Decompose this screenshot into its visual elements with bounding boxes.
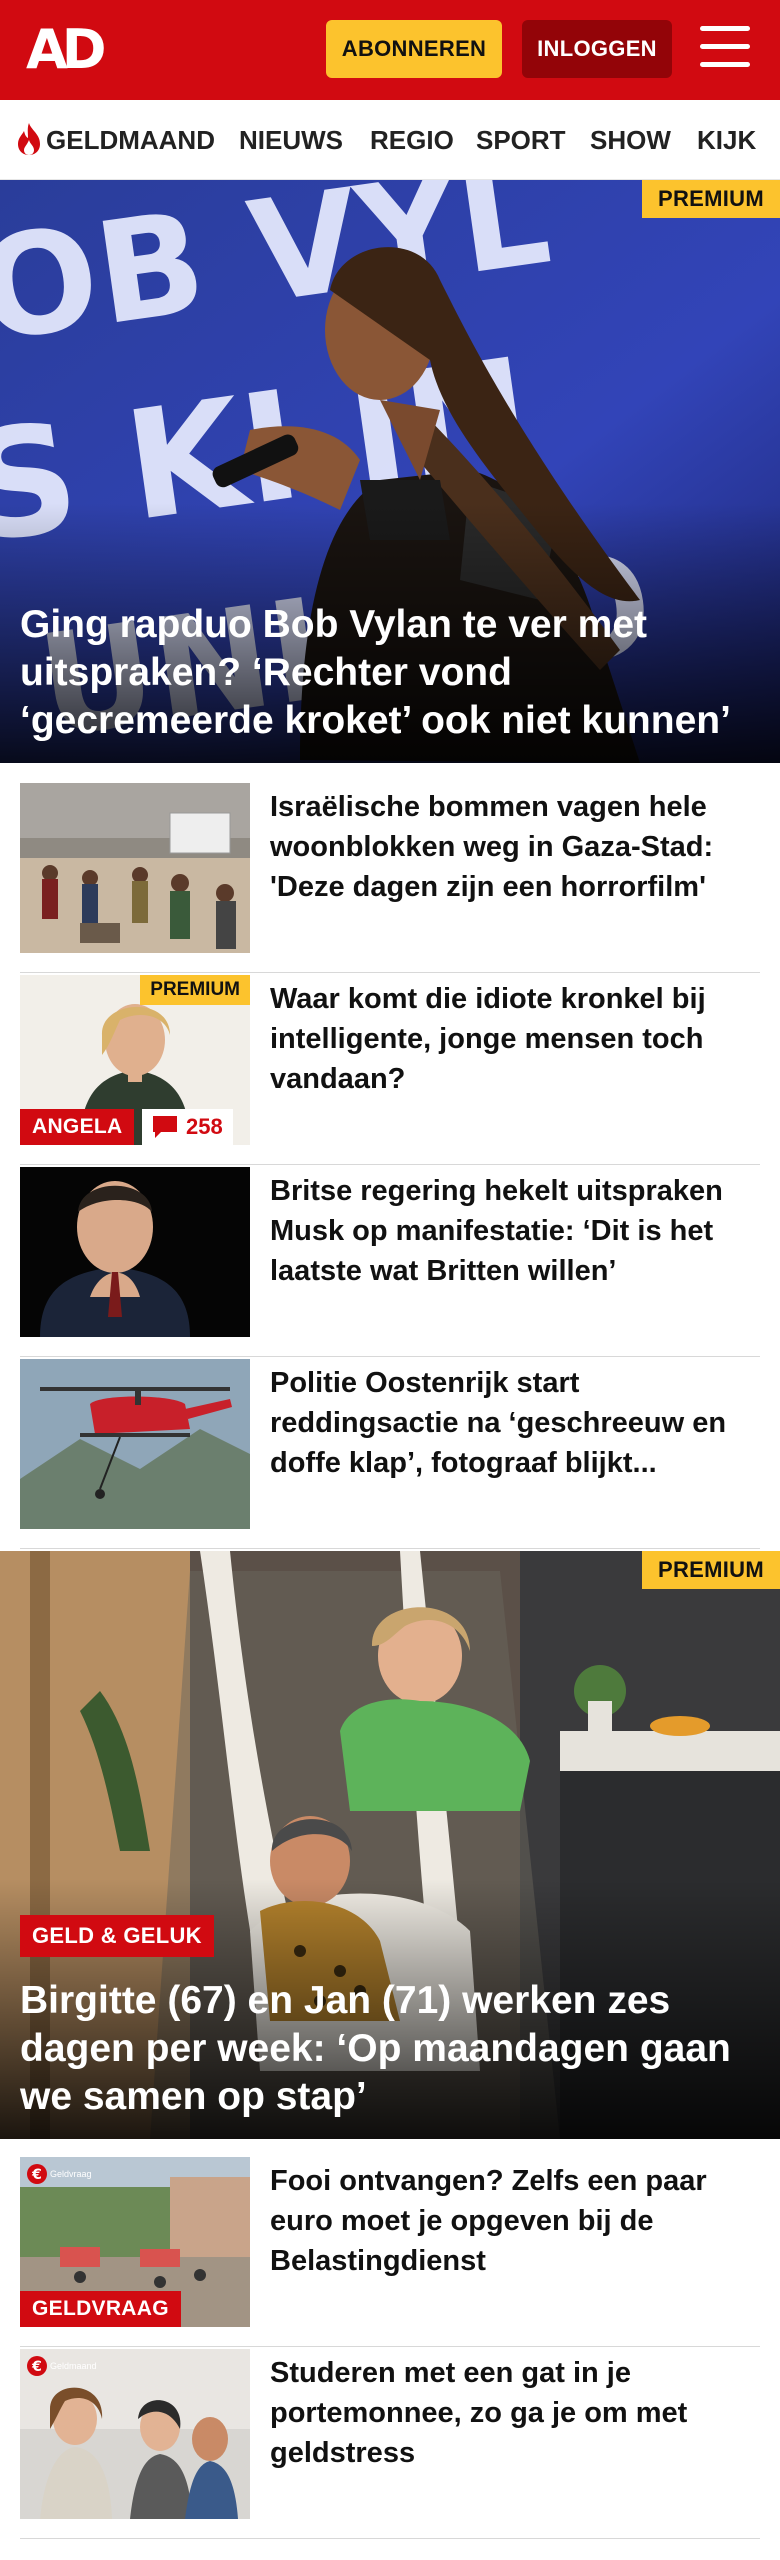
- menu-icon[interactable]: [700, 26, 750, 70]
- badge-text: Geldvraag: [50, 2169, 92, 2179]
- nav-item-show[interactable]: SHOW: [590, 100, 671, 179]
- svg-text:€: €: [31, 2167, 42, 2183]
- article-title[interactable]: Studeren met een gat in je portemonnee, …: [270, 2353, 760, 2473]
- comment-count-value: 258: [186, 1114, 223, 1139]
- euro-icon: €: [27, 2356, 47, 2376]
- premium-badge: PREMIUM: [140, 975, 250, 1005]
- nav-item-sport[interactable]: SPORT: [476, 100, 566, 179]
- article-thumbnail: [20, 1167, 250, 1337]
- euro-icon: €: [27, 2164, 47, 2184]
- article-title[interactable]: Britse regering hekelt uitspraken Musk o…: [270, 1171, 760, 1291]
- hero-title[interactable]: Ging rapduo Bob Vylan te ver met uitspra…: [20, 601, 762, 745]
- nav-item-regio[interactable]: REGIO: [370, 100, 454, 179]
- article-thumbnail: [20, 783, 250, 953]
- nav-label: GELDMAAND: [46, 125, 215, 155]
- section-nav: GELDMAAND NIEUWS REGIO SPORT SHOW KIJK: [0, 100, 780, 180]
- article-thumbnail: [20, 1359, 250, 1529]
- article-title[interactable]: Israëlische bommen vagen hele woonblokke…: [270, 787, 760, 907]
- list-item[interactable]: Israëlische bommen vagen hele woonblokke…: [20, 783, 760, 973]
- list-item[interactable]: € Geldvraag GELDVRAAG Fooi ontvangen? Ze…: [20, 2157, 760, 2347]
- article-thumbnail: € Geldmaand: [20, 2349, 250, 2519]
- ad-logo[interactable]: AD: [26, 22, 116, 78]
- top-bar: AD ABONNEREN INLOGGEN: [0, 0, 780, 100]
- article-thumbnail: PREMIUM ANGELA 258: [20, 975, 250, 1145]
- article-title[interactable]: Fooi ontvangen? Zelfs een paar euro moet…: [270, 2161, 760, 2281]
- nav-item-geldmaand[interactable]: GELDMAAND: [16, 100, 215, 179]
- list-item[interactable]: € Geldmaand Studeren met een gat in je p…: [20, 2349, 760, 2539]
- login-button[interactable]: INLOGGEN: [522, 20, 672, 78]
- comment-icon: [153, 1116, 177, 1138]
- hero-article-2[interactable]: PREMIUM GELD & GELUK Birgitte (67) en Ja…: [0, 1551, 780, 2139]
- hero-title[interactable]: Birgitte (67) en Jan (71) werken zes dag…: [20, 1977, 762, 2121]
- article-title[interactable]: Politie Oostenrijk start reddingsactie n…: [270, 1363, 760, 1483]
- hero-article[interactable]: OB VYL S KI IN UNK RO PREMIUM Ging rapdu…: [0, 180, 780, 763]
- article-thumbnail: € Geldvraag GELDVRAAG: [20, 2157, 250, 2327]
- geldvraag-badge: € Geldvraag: [26, 2163, 92, 2185]
- geldmaand-badge: € Geldmaand: [26, 2355, 97, 2377]
- subscribe-button[interactable]: ABONNEREN: [326, 20, 502, 78]
- list-item[interactable]: PREMIUM ANGELA 258 Waar komt die idiote …: [20, 975, 760, 1165]
- list-item[interactable]: Politie Oostenrijk start reddingsactie n…: [20, 1359, 760, 1549]
- section-label: GELDVRAAG: [20, 2291, 181, 2327]
- author-label: ANGELA: [20, 1109, 135, 1145]
- premium-badge: PREMIUM: [642, 1551, 780, 1589]
- comment-count[interactable]: 258: [142, 1109, 233, 1145]
- svg-text:€: €: [31, 2359, 42, 2375]
- flame-icon: [18, 123, 40, 156]
- badge-text: Geldmaand: [50, 2361, 97, 2371]
- premium-badge: PREMIUM: [642, 180, 780, 218]
- article-title[interactable]: Waar komt die idiote kronkel bij intelli…: [270, 979, 760, 1099]
- list-item[interactable]: Britse regering hekelt uitspraken Musk o…: [20, 1167, 760, 1357]
- nav-item-nieuws[interactable]: NIEUWS: [239, 100, 343, 179]
- nav-item-kijk[interactable]: KIJK: [697, 100, 756, 179]
- section-label[interactable]: GELD & GELUK: [20, 1915, 214, 1957]
